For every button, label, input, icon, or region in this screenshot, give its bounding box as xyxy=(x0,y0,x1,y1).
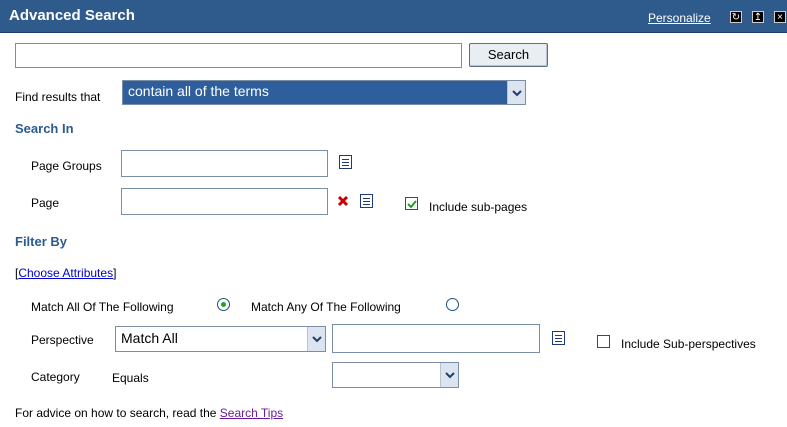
checkmark-icon xyxy=(407,200,417,209)
page-groups-picker-icon[interactable] xyxy=(339,155,352,169)
category-operator: Equals xyxy=(112,371,149,385)
chevron-down-icon[interactable] xyxy=(507,81,525,104)
perspective-label: Perspective xyxy=(31,333,94,347)
page-label: Page xyxy=(31,196,60,210)
match-all-label: Match All Of The Following xyxy=(31,300,174,314)
find-results-value: contain all of the terms xyxy=(128,83,269,99)
perspective-value: Match All xyxy=(121,330,178,346)
portlet-title: Advanced Search xyxy=(9,7,135,24)
perspective-picker-icon[interactable] xyxy=(552,331,565,345)
page-groups-label: Page Groups xyxy=(31,159,102,173)
advice-prefix: For advice on how to search, read the xyxy=(15,406,220,420)
filter-by-heading: Filter By xyxy=(15,234,68,249)
category-select[interactable] xyxy=(332,362,459,388)
search-button[interactable]: Search xyxy=(469,43,548,67)
chevron-down-icon[interactable] xyxy=(307,327,325,351)
search-input[interactable] xyxy=(15,43,462,68)
category-label: Category xyxy=(31,370,80,384)
chevron-down-icon[interactable] xyxy=(440,363,458,387)
personalize-link[interactable]: Personalize xyxy=(648,11,711,25)
match-any-label: Match Any Of The Following xyxy=(251,300,401,314)
choose-attributes-wrapper: [Choose Attributes] xyxy=(15,266,116,280)
advice-text: For advice on how to search, read the Se… xyxy=(15,406,283,420)
include-subpages-checkbox[interactable] xyxy=(405,197,418,210)
match-any-radio[interactable] xyxy=(446,298,459,311)
include-subperspectives-checkbox[interactable] xyxy=(597,335,610,348)
remove-icon[interactable] xyxy=(337,195,349,207)
search-in-heading: Search In xyxy=(15,121,74,136)
bracket-close: ] xyxy=(113,266,117,280)
page-field[interactable] xyxy=(121,188,328,215)
page-picker-icon[interactable] xyxy=(360,194,373,208)
maximize-icon[interactable]: ↥ xyxy=(752,11,764,23)
choose-attributes-link[interactable]: Choose Attributes xyxy=(18,266,113,280)
page-groups-field[interactable] xyxy=(121,150,328,177)
close-icon[interactable]: × xyxy=(774,11,786,23)
match-all-radio[interactable] xyxy=(217,298,230,311)
include-subpages-label: Include sub-pages xyxy=(429,200,528,214)
search-tips-link[interactable]: Search Tips xyxy=(220,406,283,420)
refresh-icon[interactable]: ↻ xyxy=(730,11,742,23)
perspective-select[interactable]: Match All xyxy=(115,326,326,352)
perspective-value-field[interactable] xyxy=(332,324,540,353)
find-results-select[interactable]: contain all of the terms xyxy=(122,80,526,105)
portlet-header: Advanced Search Personalize ↻ ↥ × xyxy=(0,0,787,33)
find-results-label: Find results that xyxy=(15,90,101,104)
radio-selected-dot xyxy=(221,302,226,307)
include-subperspectives-label: Include Sub-perspectives xyxy=(621,337,756,351)
